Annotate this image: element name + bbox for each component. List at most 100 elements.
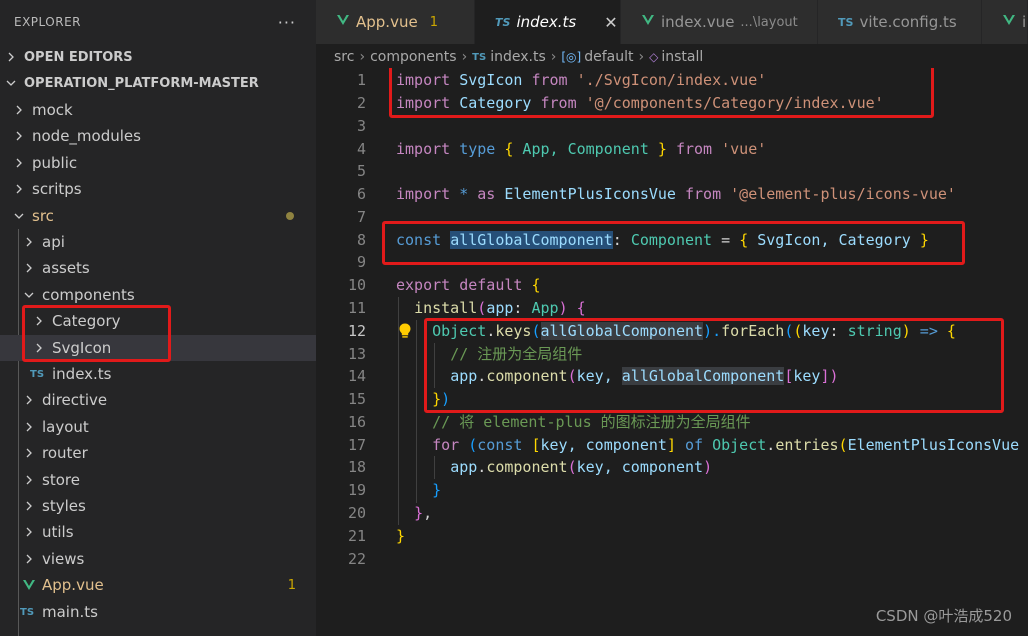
annotation-box [382, 221, 965, 265]
tree-item-api[interactable]: api [0, 229, 316, 255]
tree-item-public[interactable]: public [0, 150, 316, 176]
vue-file-icon [641, 13, 655, 31]
tree-item-styles[interactable]: styles [0, 493, 316, 519]
tree-item-assets[interactable]: assets [0, 255, 316, 281]
tab-label: App.vue [356, 13, 418, 31]
tab-problem-count: 1 [429, 14, 438, 30]
tree-item-label: store [42, 471, 80, 489]
code-line-16: // 将 element-plus 的图标注册为全局组件 [432, 413, 751, 431]
more-actions-icon[interactable]: ··· [278, 13, 296, 32]
code-line-6: import * as ElementPlusIconsVue from '@e… [396, 185, 956, 203]
close-icon[interactable]: ✕ [604, 13, 617, 32]
line-number: 2 [356, 94, 366, 112]
chevron-down-icon [22, 288, 36, 302]
open-editors-label: OPEN EDITORS [24, 49, 133, 65]
breadcrumb: src › components › TS index.ts › [◎] def… [316, 44, 1028, 70]
chevron-right-icon: › [638, 49, 645, 65]
line-number: 1 [356, 71, 366, 89]
chevron-right-icon: › [550, 49, 557, 65]
project-section[interactable]: OPERATION_PLATFORM-MASTER [0, 70, 316, 96]
line-number: 10 [347, 276, 366, 294]
tab-index-ts[interactable]: TS index.ts ✕ [475, 0, 621, 44]
vue-file-icon [22, 578, 36, 592]
tab-overflow[interactable]: ir [982, 0, 1028, 44]
tab-index-vue[interactable]: index.vue ...\layout [621, 0, 818, 44]
chevron-right-icon [22, 499, 36, 513]
method-icon: ◇ [649, 50, 659, 64]
tree-item-app-vue[interactable]: App.vue 1 [0, 572, 316, 598]
typescript-file-icon: TS [30, 368, 45, 380]
breadcrumb-install[interactable]: install [661, 49, 703, 65]
tree-item-label: node_modules [32, 127, 141, 145]
project-label: OPERATION_PLATFORM-MASTER [24, 75, 259, 91]
tree-item-src[interactable]: src [0, 203, 316, 229]
line-number: 13 [347, 345, 366, 363]
typescript-file-icon: TS [472, 51, 487, 63]
breadcrumb-file[interactable]: index.ts [490, 49, 546, 65]
annotation-box [424, 318, 1004, 413]
editor-tabs: App.vue 1 TS index.ts ✕ index.vue ...\la… [316, 0, 1028, 44]
explorer-header: EXPLORER ··· [0, 0, 316, 44]
code-line-10: export default { [396, 276, 541, 294]
tab-label: vite.config.ts [859, 13, 957, 31]
line-number: 7 [356, 208, 366, 226]
tab-app-vue[interactable]: App.vue 1 [316, 0, 475, 44]
code-editor[interactable]: 1 2 3 4 5 6 7 8 9 10 11 12 13 14 15 16 1… [316, 68, 1028, 636]
line-number: 15 [347, 390, 366, 408]
tab-label: ir [1022, 13, 1027, 31]
chevron-right-icon [4, 50, 18, 64]
code-line-4: import type { App, Component } from 'vue… [396, 140, 767, 158]
tree-item-store[interactable]: store [0, 467, 316, 493]
chevron-right-icon [22, 446, 36, 460]
tree-item-views[interactable]: views [0, 546, 316, 572]
line-number: 22 [347, 550, 366, 568]
chevron-down-icon [4, 76, 18, 90]
line-number: 6 [356, 185, 366, 203]
annotation-box [389, 68, 934, 118]
tree-item-label: public [32, 154, 78, 172]
tab-description: ...\layout [740, 14, 798, 30]
line-number: 21 [347, 527, 366, 545]
line-number: 8 [356, 231, 366, 249]
annotation-box [22, 305, 171, 362]
chevron-right-icon [12, 182, 26, 196]
line-number: 9 [356, 253, 366, 271]
open-editors-section[interactable]: OPEN EDITORS [0, 44, 316, 70]
tree-item-scritps[interactable]: scritps [0, 176, 316, 202]
line-number: 20 [347, 504, 366, 522]
chevron-right-icon [22, 525, 36, 539]
tree-item-directive[interactable]: directive [0, 387, 316, 413]
breadcrumb-src[interactable]: src [334, 49, 354, 65]
chevron-right-icon: › [359, 49, 366, 65]
tree-item-label: App.vue [42, 576, 104, 594]
tree-item-node-modules[interactable]: node_modules [0, 123, 316, 149]
chevron-right-icon [12, 129, 26, 143]
tree-item-label: components [42, 286, 135, 304]
vue-file-icon [336, 13, 350, 31]
line-number: 17 [347, 436, 366, 454]
tree-item-mock[interactable]: mock [0, 97, 316, 123]
chevron-right-icon [22, 420, 36, 434]
breadcrumb-default[interactable]: default [584, 49, 633, 65]
tree-item-main-ts[interactable]: TS main.ts [0, 599, 316, 625]
breadcrumb-components[interactable]: components [370, 49, 457, 65]
tree-item-utils[interactable]: utils [0, 519, 316, 545]
chevron-right-icon [22, 552, 36, 566]
explorer-sidebar: EXPLORER ··· OPEN EDITORS OPERATION_PLAT… [0, 0, 316, 636]
chevron-down-icon [12, 209, 26, 223]
typescript-file-icon: TS [20, 606, 35, 618]
tree-item-router[interactable]: router [0, 440, 316, 466]
code-line-19: } [432, 481, 442, 499]
line-number: 5 [356, 162, 366, 180]
typescript-file-icon: TS [495, 15, 511, 29]
tree-item-index-ts[interactable]: TS index.ts [0, 361, 316, 387]
tab-vite-config-ts[interactable]: TS vite.config.ts [818, 0, 982, 44]
line-number: 14 [347, 367, 366, 385]
tree-item-label: router [42, 444, 88, 462]
chevron-right-icon [22, 393, 36, 407]
tree-item-label: scritps [32, 180, 82, 198]
tree-item-layout[interactable]: layout [0, 414, 316, 440]
tab-label: index.ts [516, 13, 577, 31]
code-line-18: app.component(key, component) [450, 458, 713, 476]
chevron-right-icon [22, 235, 36, 249]
